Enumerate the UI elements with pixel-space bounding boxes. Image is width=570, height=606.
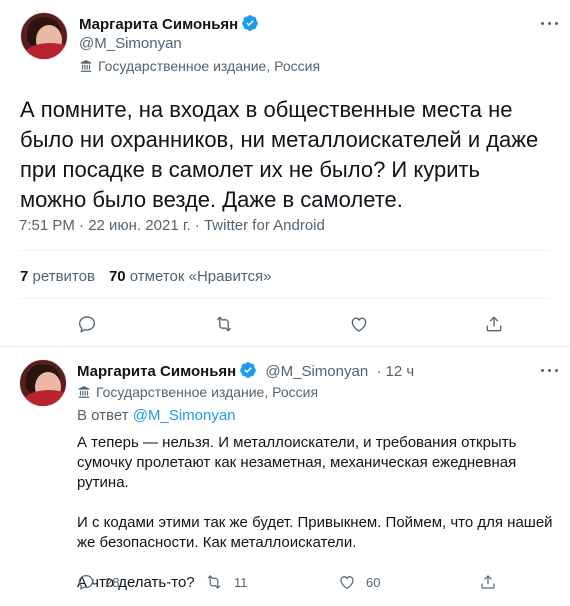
main-stats: 7 ретвитов 70 отметок «Нравится» [20, 268, 271, 285]
in-reply-handle-link[interactable]: @M_Simonyan [133, 407, 236, 424]
divider [20, 250, 550, 251]
state-flag-icon [80, 60, 92, 72]
reply-author-row: Маргарита Симоньян @M_Simonyan · 12 ч [77, 361, 414, 380]
more-icon[interactable] [540, 360, 560, 380]
retweet-icon [207, 575, 221, 589]
divider [0, 346, 570, 347]
share-icon [486, 316, 502, 332]
share-button[interactable] [482, 312, 506, 336]
reply-reply-button[interactable]: 28 [77, 573, 119, 591]
retweet-count: 11 [234, 574, 248, 590]
likes-label: отметок «Нравится» [129, 268, 272, 285]
main-tweet-meta[interactable]: 7:51 PM · 22 июн. 2021 г. · Twitter for … [19, 217, 325, 234]
reply-retweet-button[interactable]: 11 [204, 573, 248, 591]
retweet-icon [216, 316, 232, 332]
like-icon [340, 576, 354, 590]
like-button[interactable] [347, 312, 371, 336]
reply-state-text: Государственное издание, Россия [96, 384, 319, 400]
reply-paragraph: А теперь — нельзя. И металлоискатели, и … [77, 434, 517, 491]
likes-stat[interactable]: 70 отметок «Нравится» [109, 268, 272, 285]
in-reply-to: В ответ @M_Simonyan [77, 407, 236, 424]
like-icon [351, 317, 367, 332]
reply-state-label[interactable]: Государственное издание, Россия [77, 384, 318, 400]
more-icon[interactable] [540, 13, 560, 33]
main-author-row: Маргарита Симоньян [79, 14, 259, 34]
reply-author-handle[interactable]: @M_Simonyan [265, 363, 368, 380]
reply-button[interactable] [75, 312, 99, 336]
state-flag-icon [78, 386, 90, 398]
verified-badge-icon [242, 15, 259, 31]
main-author-name[interactable]: Маргарита Симоньян [79, 16, 238, 33]
main-tweet-text: А помните, на входах в общественные мест… [20, 97, 539, 212]
share-icon [481, 575, 495, 589]
likes-count: 70 [108, 268, 126, 285]
reply-count: 28 [105, 574, 120, 590]
retweets-label: ретвитов [32, 268, 95, 285]
reply-icon [78, 316, 96, 333]
avatar-main[interactable] [20, 12, 68, 60]
main-state-text: Государственное издание, Россия [98, 58, 321, 74]
reply-icon [78, 575, 94, 590]
avatar-reply[interactable] [19, 359, 67, 407]
like-count: 60 [366, 574, 381, 590]
retweets-stat[interactable]: 7 ретвитов [20, 268, 95, 285]
verified-badge-icon [240, 362, 257, 378]
reply-time[interactable]: · 12 ч [376, 363, 414, 380]
divider [20, 298, 550, 299]
reply-author-name[interactable]: Маргарита Симоньян [77, 363, 236, 380]
reply-share-button[interactable] [479, 573, 507, 591]
retweets-count: 7 [20, 268, 29, 285]
main-author-handle[interactable]: @M_Simonyan [79, 35, 182, 52]
retweet-button[interactable] [212, 312, 236, 336]
main-state-label[interactable]: Государственное издание, Россия [79, 58, 320, 74]
reply-paragraph: И с кодами этими так же будет. Привыкнем… [77, 514, 553, 551]
in-reply-prefix: В ответ [77, 407, 129, 424]
reply-like-button[interactable]: 60 [338, 573, 380, 591]
